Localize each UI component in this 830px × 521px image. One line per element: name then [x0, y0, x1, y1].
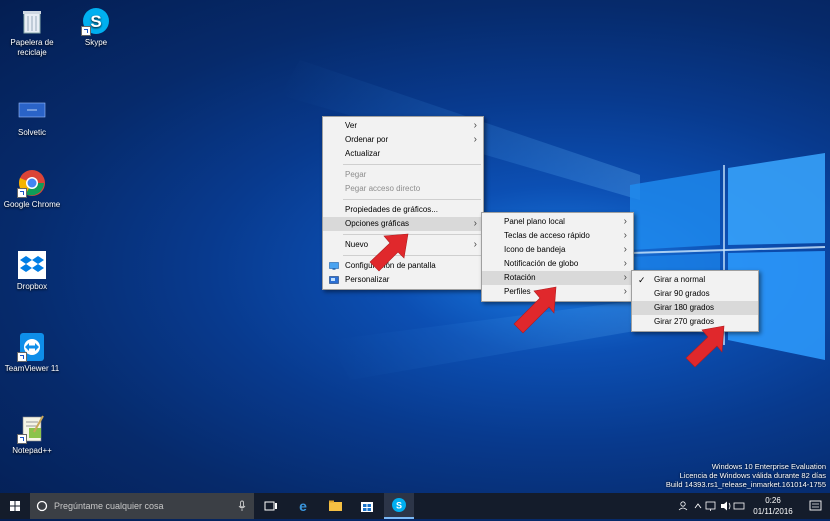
search-placeholder: Pregúntame cualquier cosa: [54, 501, 164, 511]
red-arrow-icon: [685, 325, 725, 368]
microphone-icon: [238, 500, 246, 511]
cortana-icon: [36, 500, 48, 512]
volume-icon: [721, 501, 731, 511]
clock-date: 01/11/2016: [753, 507, 793, 516]
taskbar-skype[interactable]: S: [384, 493, 414, 519]
taskbar-store[interactable]: [352, 493, 382, 519]
windows-start-icon: [10, 501, 20, 511]
task-view-icon: [264, 501, 277, 511]
taskbar-edge[interactable]: e: [288, 493, 318, 519]
people-icon: [678, 501, 688, 511]
red-arrow-icon: [513, 286, 557, 334]
store-icon: [361, 502, 373, 512]
skype-icon: S: [392, 498, 406, 512]
system-tray-icons[interactable]: [676, 493, 746, 519]
windows-activation-watermark: Windows 10 Enterprise Evaluation Licenci…: [666, 462, 826, 489]
desktop[interactable]: Papelera de reciclaje S Skype Solvetic G…: [0, 0, 830, 493]
cortana-search-box[interactable]: Pregúntame cualquier cosa: [30, 493, 254, 519]
red-arrow-icon: [369, 233, 409, 272]
keyboard-icon: [733, 502, 745, 510]
clock-time: 0:26: [765, 496, 781, 505]
watermark-line: Windows 10 Enterprise Evaluation: [711, 462, 826, 471]
notification-icon: [809, 500, 822, 511]
watermark-line: Build 14393.rs1_release_inmarket.161014-…: [665, 480, 826, 489]
watermark-line: Licencia de Windows válida durante 82 dí…: [679, 471, 826, 480]
svg-text:S: S: [396, 501, 402, 511]
taskbar-file-explorer[interactable]: [320, 493, 350, 519]
task-view-button[interactable]: [256, 493, 286, 519]
edge-icon: e: [299, 498, 307, 514]
annotation-arrows: [369, 233, 725, 368]
display-tray-icon: [705, 501, 716, 511]
chevron-up-icon: [694, 503, 702, 509]
start-button[interactable]: [0, 493, 30, 519]
action-center-button[interactable]: [800, 493, 830, 519]
taskbar: Pregúntame cualquier cosa e S 0:26 01/11…: [0, 493, 830, 519]
svg-text:e: e: [299, 498, 307, 514]
folder-icon: [329, 500, 342, 511]
taskbar-clock[interactable]: 0:26 01/11/2016: [750, 495, 796, 517]
